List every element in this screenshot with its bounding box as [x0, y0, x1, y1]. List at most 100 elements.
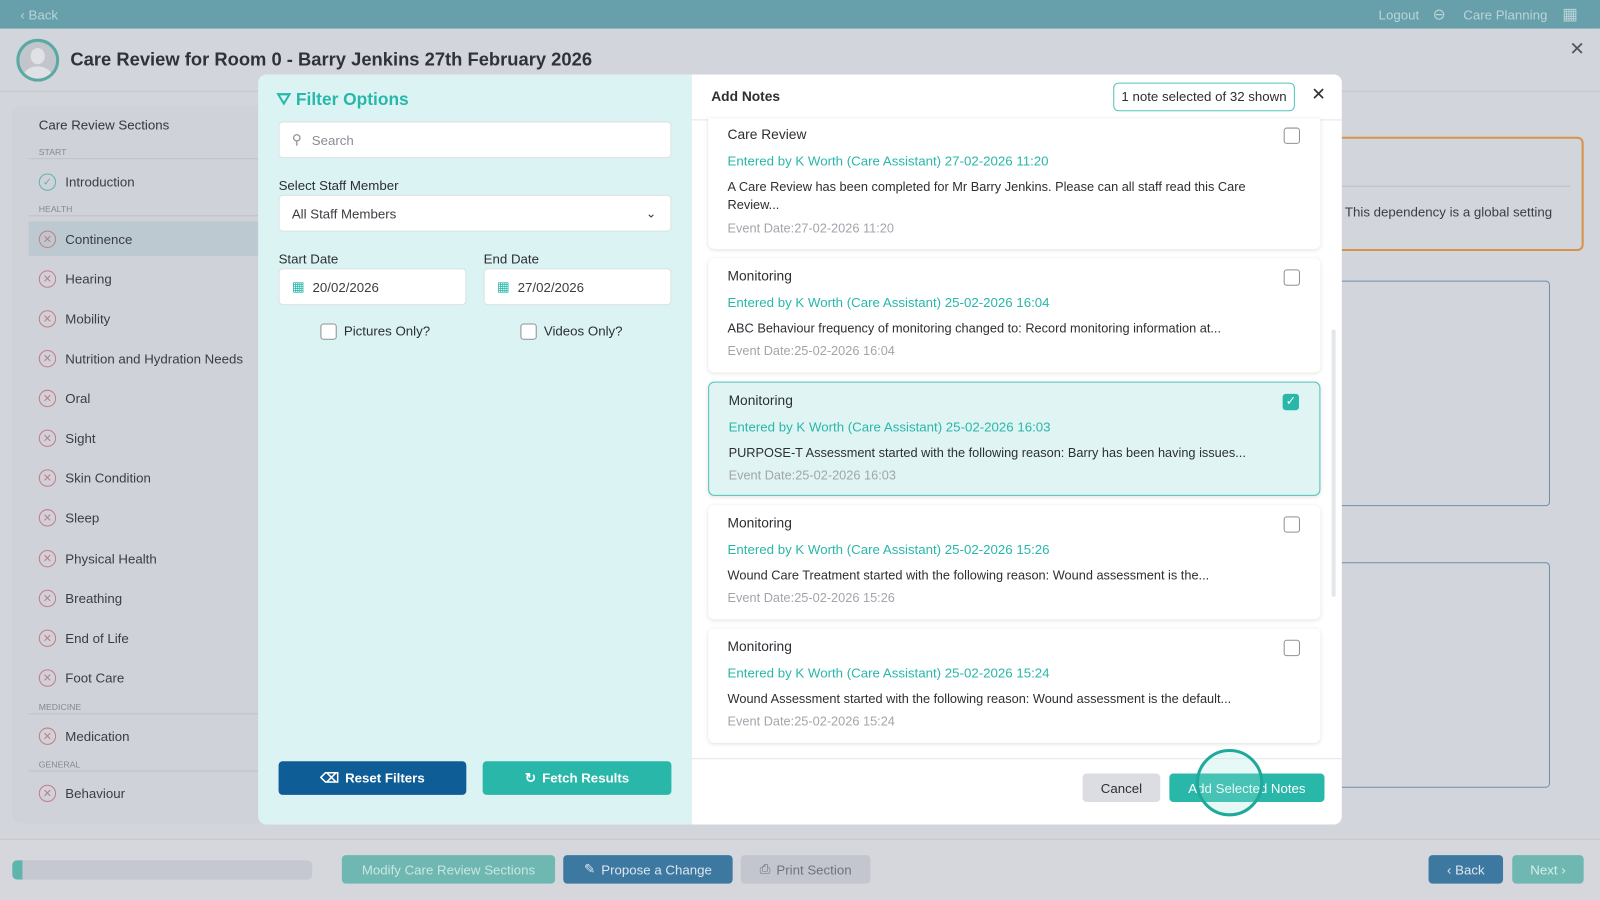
divider: [28, 770, 264, 772]
next-button[interactable]: Next ›: [1512, 855, 1584, 884]
note-type: Monitoring: [728, 392, 793, 409]
sidebar-item-label: Introduction: [65, 173, 135, 190]
print-section-button[interactable]: ⎙ Print Section: [740, 855, 871, 884]
sidebar-item-nutrition-and-hydration-needs[interactable]: ✕ Nutrition and Hydration Needs: [29, 341, 264, 376]
sidebar-item-label: Medication: [65, 728, 130, 744]
note-select-checkbox[interactable]: [1283, 269, 1300, 286]
filter-title: Filter Options: [295, 89, 409, 110]
note-type: Monitoring: [727, 638, 792, 655]
note-body: Wound Assessment started with the follow…: [727, 691, 1232, 707]
sidebar-item-label: Mobility: [65, 310, 111, 327]
check-circle-icon: ✓: [38, 172, 57, 191]
divider: [28, 713, 264, 715]
sidebar-item-skin-condition[interactable]: ✕ Skin Condition: [29, 460, 264, 495]
note-select-checkbox[interactable]: [1283, 516, 1300, 533]
logout-link[interactable]: Logout: [1379, 7, 1420, 22]
sidebar-title: Care Review Sections: [38, 117, 170, 133]
sidebar-item-label: Oral: [65, 390, 91, 406]
note-card[interactable]: Monitoring Entered by K Worth (Care Assi…: [708, 258, 1321, 373]
sidebar-item-physical-health[interactable]: ✕ Physical Health: [29, 541, 264, 576]
sidebar-item-label: Breathing: [65, 590, 123, 606]
x-circle-icon: ✕: [38, 389, 57, 407]
note-card[interactable]: Care Review Entered by K Worth (Care Ass…: [708, 118, 1321, 249]
note-author: Entered by K Worth (Care Assistant) 25-0…: [727, 294, 1050, 311]
x-circle-icon: ✕: [38, 230, 57, 248]
cancel-button[interactable]: Cancel: [1082, 773, 1161, 803]
note-author: Entered by K Worth (Care Assistant) 25-0…: [727, 541, 1050, 558]
x-circle-icon: ✕: [38, 269, 57, 288]
sidebar-section-label: HEALTH: [38, 204, 73, 215]
apps-grid-icon[interactable]: ▦: [1562, 4, 1577, 24]
top-bar: ‹ Back Logout ⊖ Care Planning ▦: [0, 0, 1600, 29]
sidebar-section-label: START: [38, 146, 67, 158]
selection-count-badge: 1 note selected of 32 shown: [1113, 82, 1295, 112]
sidebar-section-label: MEDICINE: [38, 702, 82, 713]
sidebar-item-foot-care[interactable]: ✕ Foot Care: [29, 660, 264, 695]
x-circle-icon: ✕: [38, 629, 57, 647]
footer-bar: Modify Care Review Sections ✎ Propose a C…: [0, 838, 1600, 900]
note-author: Entered by K Worth (Care Assistant) 25-0…: [727, 665, 1050, 681]
sidebar-item-sight[interactable]: ✕ Sight: [29, 420, 264, 455]
sidebar-item-mobility[interactable]: ✕ Mobility: [29, 301, 264, 336]
page-title: Care Review for Room 0 - Barry Jenkins 2…: [70, 48, 593, 70]
propose-change-button[interactable]: ✎ Propose a Change: [563, 855, 733, 884]
pencil-icon: ✎: [584, 861, 596, 877]
sidebar-item-label: Physical Health: [65, 550, 157, 566]
fetch-results-button[interactable]: ↻ Fetch Results: [482, 761, 672, 795]
sidebar-item-introduction[interactable]: ✓ Introduction: [29, 164, 264, 199]
note-select-checkbox[interactable]: ✓: [1282, 393, 1299, 411]
pictures-only-checkbox[interactable]: Pictures Only?: [320, 323, 430, 340]
note-select-checkbox[interactable]: [1283, 127, 1300, 144]
x-circle-icon: ✕: [38, 784, 57, 802]
sidebar-item-behaviour[interactable]: ✕ Behaviour: [29, 776, 264, 811]
dependency-panel: This dependency is a global setting: [1334, 136, 1584, 252]
sidebar-item-label: Hearing: [65, 270, 112, 287]
close-modal-icon[interactable]: ✕: [1311, 85, 1326, 105]
background-panel: [1326, 280, 1550, 507]
staff-select[interactable]: All Staff Members ⌄: [278, 194, 672, 232]
sidebar-item-hearing[interactable]: ✕ Hearing: [29, 261, 264, 296]
chevron-down-icon: ⌄: [645, 206, 657, 221]
start-date-label: Start Date: [278, 251, 339, 267]
app-name: Care Planning: [1463, 7, 1548, 23]
sidebar-item-continence[interactable]: ✕ Continence: [28, 221, 264, 257]
sidebar-item-label: Behaviour: [65, 785, 126, 801]
x-circle-icon: ✕: [38, 508, 57, 527]
divider: [28, 158, 264, 160]
note-author: Entered by K Worth (Care Assistant) 25-0…: [728, 419, 1051, 435]
divider: [28, 215, 264, 217]
logout-icon[interactable]: ⊖: [1433, 5, 1446, 23]
end-date-input[interactable]: ▦ 27/02/2026: [483, 268, 672, 306]
note-card[interactable]: Monitoring Entered by K Worth (Care Assi…: [708, 505, 1321, 620]
videos-only-checkbox[interactable]: Videos Only?: [520, 323, 623, 340]
note-card[interactable]: Monitoring Entered by K Worth (Care Assi…: [708, 628, 1321, 743]
modify-sections-button[interactable]: Modify Care Review Sections: [341, 855, 556, 884]
close-page-icon[interactable]: ✕: [1569, 39, 1584, 60]
clear-icon: ⌫: [320, 769, 339, 786]
avatar: [16, 38, 60, 82]
start-date-input[interactable]: ▦ 20/02/2026: [278, 268, 467, 306]
search-input[interactable]: ⚲ Search: [278, 121, 672, 159]
note-type: Monitoring: [727, 515, 792, 531]
sidebar-item-label: Continence: [65, 231, 133, 247]
x-circle-icon: ✕: [38, 668, 57, 687]
note-body: PURPOSE-T Assessment started with the fo…: [728, 445, 1246, 461]
x-circle-icon: ✕: [38, 349, 57, 367]
sidebar-item-label: Skin Condition: [65, 469, 151, 486]
sidebar-item-breathing[interactable]: ✕ Breathing: [29, 581, 264, 616]
note-type: Care Review: [727, 126, 807, 142]
top-back-link[interactable]: ‹ Back: [20, 7, 58, 22]
filter-panel: ⛛ Filter Options ⚲ Search Select Staff Me…: [258, 74, 692, 825]
calendar-icon: ▦: [291, 278, 305, 294]
printer-icon: ⎙: [759, 861, 771, 877]
filter-icon: ⛛: [276, 89, 292, 110]
sidebar-item-oral[interactable]: ✕ Oral: [29, 381, 264, 416]
sidebar-item-end-of-life[interactable]: ✕ End of Life: [29, 620, 264, 655]
back-button[interactable]: ‹ Back: [1428, 855, 1504, 884]
sidebar-item-sleep[interactable]: ✕ Sleep: [29, 500, 264, 535]
note-select-checkbox[interactable]: [1283, 639, 1300, 657]
sidebar-item-medication[interactable]: ✕ Medication: [29, 718, 264, 753]
scrollbar[interactable]: [1331, 329, 1336, 597]
note-card[interactable]: Monitoring Entered by K Worth (Care Assi…: [708, 381, 1321, 496]
reset-filters-button[interactable]: ⌫ Reset Filters: [278, 761, 467, 795]
